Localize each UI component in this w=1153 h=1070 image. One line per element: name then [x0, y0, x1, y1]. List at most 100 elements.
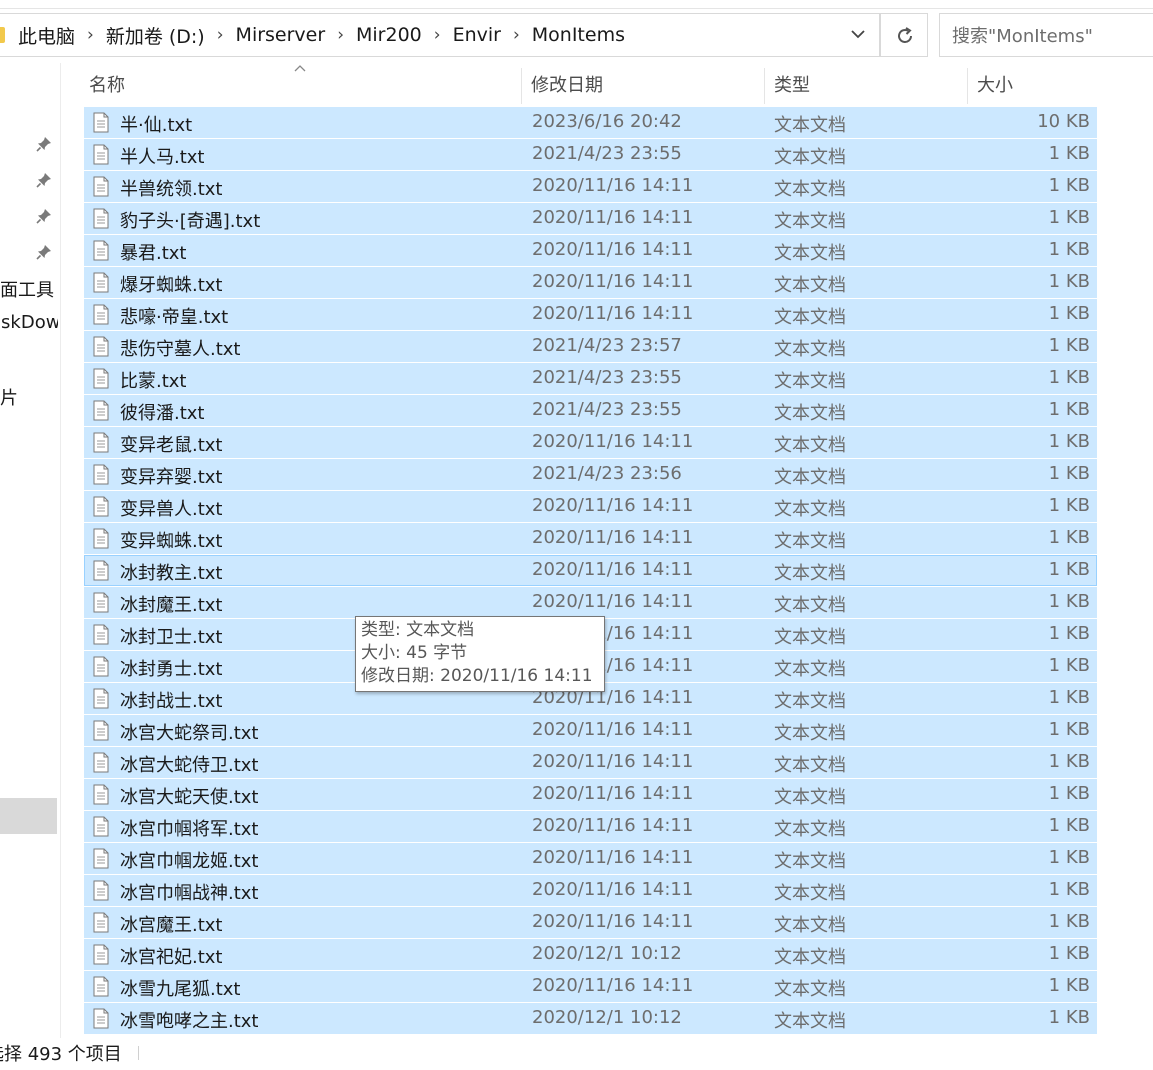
- navigation-pane[interactable]: 桌面工具 askDown 照片: [0, 63, 58, 1043]
- file-name[interactable]: 冰宫巾帼战神.txt: [120, 879, 259, 905]
- breadcrumb-this-pc[interactable]: 此电脑: [18, 22, 75, 49]
- tooltip-date: 修改日期: 2020/11/16 14:11: [361, 666, 593, 686]
- file-row[interactable]: 冰宫祀妃.txt 2020/12/1 10:12 文本文档 1 KB: [84, 939, 1097, 970]
- file-row[interactable]: 冰封魔王.txt 2020/11/16 14:11 文本文档 1 KB: [84, 587, 1097, 618]
- nav-item-downloads[interactable]: askDown: [0, 312, 58, 333]
- file-name[interactable]: 冰封战士.txt: [120, 687, 223, 713]
- breadcrumb-mir200[interactable]: Mir200: [356, 24, 422, 46]
- file-name[interactable]: 半兽统领.txt: [120, 175, 223, 201]
- chevron-right-icon[interactable]: ›: [87, 25, 94, 45]
- search-box[interactable]: [939, 13, 1153, 57]
- file-name[interactable]: 悲嚎·帝皇.txt: [120, 303, 228, 329]
- text-file-icon: [93, 560, 109, 581]
- file-row[interactable]: 冰封教主.txt 2020/11/16 14:11 文本文档 1 KB: [84, 555, 1097, 586]
- file-name[interactable]: 豹子头·[奇遇].txt: [120, 207, 260, 233]
- search-input[interactable]: [950, 23, 1153, 49]
- file-row[interactable]: 冰雪九尾狐.txt 2020/11/16 14:11 文本文档 1 KB: [84, 971, 1097, 1002]
- file-row[interactable]: 冰宫巾帼战神.txt 2020/11/16 14:11 文本文档 1 KB: [84, 875, 1097, 906]
- file-date: 2020/11/16 14:11: [532, 591, 694, 612]
- file-row[interactable]: 比蒙.txt 2021/4/23 23:55 文本文档 1 KB: [84, 363, 1097, 394]
- file-row[interactable]: 变异弃婴.txt 2021/4/23 23:56 文本文档 1 KB: [84, 459, 1097, 490]
- file-row[interactable]: 半兽统领.txt 2020/11/16 14:11 文本文档 1 KB: [84, 171, 1097, 202]
- file-row[interactable]: 冰宫大蛇侍卫.txt 2020/11/16 14:11 文本文档 1 KB: [84, 747, 1097, 778]
- file-row[interactable]: 暴君.txt 2020/11/16 14:11 文本文档 1 KB: [84, 235, 1097, 266]
- file-name[interactable]: 冰宫巾帼龙姬.txt: [120, 847, 259, 873]
- file-date: 2020/11/16 14:11: [532, 783, 694, 804]
- chevron-right-icon[interactable]: ›: [337, 25, 344, 45]
- file-size: 1 KB: [1048, 175, 1090, 196]
- file-name[interactable]: 冰封勇士.txt: [120, 655, 223, 681]
- file-type: 文本文档: [774, 627, 846, 648]
- file-row[interactable]: 彼得潘.txt 2021/4/23 23:55 文本文档 1 KB: [84, 395, 1097, 426]
- file-name[interactable]: 变异弃婴.txt: [120, 463, 223, 489]
- text-file-icon: [93, 240, 109, 261]
- text-file-icon: [93, 912, 109, 933]
- file-name[interactable]: 变异蜘蛛.txt: [120, 527, 223, 553]
- file-row[interactable]: 变异蜘蛛.txt 2020/11/16 14:11 文本文档 1 KB: [84, 523, 1097, 554]
- file-row[interactable]: 豹子头·[奇遇].txt 2020/11/16 14:11 文本文档 1 KB: [84, 203, 1097, 234]
- file-name[interactable]: 冰封卫士.txt: [120, 623, 223, 649]
- breadcrumb-mirserver[interactable]: Mirserver: [236, 24, 326, 46]
- nav-item-photos[interactable]: 照片: [0, 384, 18, 410]
- file-date: 2020/11/16 14:11: [532, 239, 694, 260]
- column-header-name[interactable]: 名称: [82, 68, 522, 104]
- file-name[interactable]: 爆牙蜘蛛.txt: [120, 271, 223, 297]
- file-name[interactable]: 冰宫大蛇天使.txt: [120, 783, 259, 809]
- file-name[interactable]: 冰封教主.txt: [120, 559, 223, 585]
- file-type: 文本文档: [774, 147, 846, 168]
- breadcrumb-monitems[interactable]: MonItems: [532, 24, 625, 46]
- file-row[interactable]: 冰宫魔王.txt 2020/11/16 14:11 文本文档 1 KB: [84, 907, 1097, 938]
- file-name[interactable]: 悲伤守墓人.txt: [120, 335, 241, 361]
- chevron-right-icon[interactable]: ›: [513, 25, 520, 45]
- file-name[interactable]: 半人马.txt: [120, 143, 205, 169]
- file-row[interactable]: 冰宫大蛇天使.txt 2020/11/16 14:11 文本文档 1 KB: [84, 779, 1097, 810]
- status-separator: [138, 1046, 139, 1060]
- text-file-icon: [93, 176, 109, 197]
- file-row[interactable]: 悲嚎·帝皇.txt 2020/11/16 14:11 文本文档 1 KB: [84, 299, 1097, 330]
- file-name[interactable]: 变异兽人.txt: [120, 495, 223, 521]
- file-row[interactable]: 冰宫巾帼将军.txt 2020/11/16 14:11 文本文档 1 KB: [84, 811, 1097, 842]
- file-name[interactable]: 冰雪九尾狐.txt: [120, 975, 241, 1001]
- file-size: 1 KB: [1048, 911, 1090, 932]
- column-header-type[interactable]: 类型: [767, 68, 968, 104]
- refresh-icon: [898, 27, 912, 43]
- file-name[interactable]: 暴君.txt: [120, 239, 187, 265]
- file-row[interactable]: 变异老鼠.txt 2020/11/16 14:11 文本文档 1 KB: [84, 427, 1097, 458]
- file-name[interactable]: 冰宫魔王.txt: [120, 911, 223, 937]
- file-row[interactable]: 半人马.txt 2021/4/23 23:55 文本文档 1 KB: [84, 139, 1097, 170]
- file-row[interactable]: 冰雪咆哮之主.txt 2020/12/1 10:12 文本文档 1 KB: [84, 1003, 1097, 1034]
- file-name[interactable]: 冰宫大蛇侍卫.txt: [120, 751, 259, 777]
- breadcrumb: 此电脑 › 新加卷 (D:) › Mirserver › Mir200 › En…: [18, 14, 625, 56]
- chevron-down-icon[interactable]: [849, 25, 867, 43]
- file-row[interactable]: 冰宫大蛇祭司.txt 2020/11/16 14:11 文本文档 1 KB: [84, 715, 1097, 746]
- file-name[interactable]: 冰宫大蛇祭司.txt: [120, 719, 259, 745]
- file-name[interactable]: 比蒙.txt: [120, 367, 187, 393]
- file-name[interactable]: 冰封魔王.txt: [120, 591, 223, 617]
- chevron-right-icon[interactable]: ›: [217, 25, 224, 45]
- file-name[interactable]: 半·仙.txt: [120, 111, 192, 137]
- file-row[interactable]: 爆牙蜘蛛.txt 2020/11/16 14:11 文本文档 1 KB: [84, 267, 1097, 298]
- file-name[interactable]: 变异老鼠.txt: [120, 431, 223, 457]
- address-bar[interactable]: 此电脑 › 新加卷 (D:) › Mirserver › Mir200 › En…: [0, 13, 880, 57]
- file-row[interactable]: 悲伤守墓人.txt 2021/4/23 23:57 文本文档 1 KB: [84, 331, 1097, 362]
- file-row[interactable]: 变异兽人.txt 2020/11/16 14:11 文本文档 1 KB: [84, 491, 1097, 522]
- file-date: 2020/11/16 14:11: [532, 303, 694, 324]
- file-row[interactable]: 冰宫巾帼龙姬.txt 2020/11/16 14:11 文本文档 1 KB: [84, 843, 1097, 874]
- breadcrumb-envir[interactable]: Envir: [453, 24, 501, 46]
- file-date: 2020/11/16 14:11: [532, 271, 694, 292]
- refresh-button[interactable]: [880, 13, 928, 57]
- column-header-date[interactable]: 修改日期: [524, 68, 765, 104]
- file-name[interactable]: 彼得潘.txt: [120, 399, 205, 425]
- chevron-right-icon[interactable]: ›: [434, 25, 441, 45]
- file-row[interactable]: 半·仙.txt 2023/6/16 20:42 文本文档 10 KB: [84, 107, 1097, 138]
- breadcrumb-drive-d[interactable]: 新加卷 (D:): [106, 22, 205, 49]
- text-file-icon: [93, 976, 109, 997]
- column-header-size[interactable]: 大小: [970, 68, 1102, 104]
- file-name[interactable]: 冰宫巾帼将军.txt: [120, 815, 259, 841]
- file-list[interactable]: 半·仙.txt 2023/6/16 20:42 文本文档 10 KB 半人马.txt 20…: [84, 107, 1097, 1035]
- nav-selected-item[interactable]: [0, 798, 57, 834]
- file-type: 文本文档: [774, 211, 846, 232]
- file-name[interactable]: 冰宫祀妃.txt: [120, 943, 223, 969]
- nav-item-desktop-tools[interactable]: 桌面工具: [0, 276, 54, 302]
- file-name[interactable]: 冰雪咆哮之主.txt: [120, 1007, 259, 1033]
